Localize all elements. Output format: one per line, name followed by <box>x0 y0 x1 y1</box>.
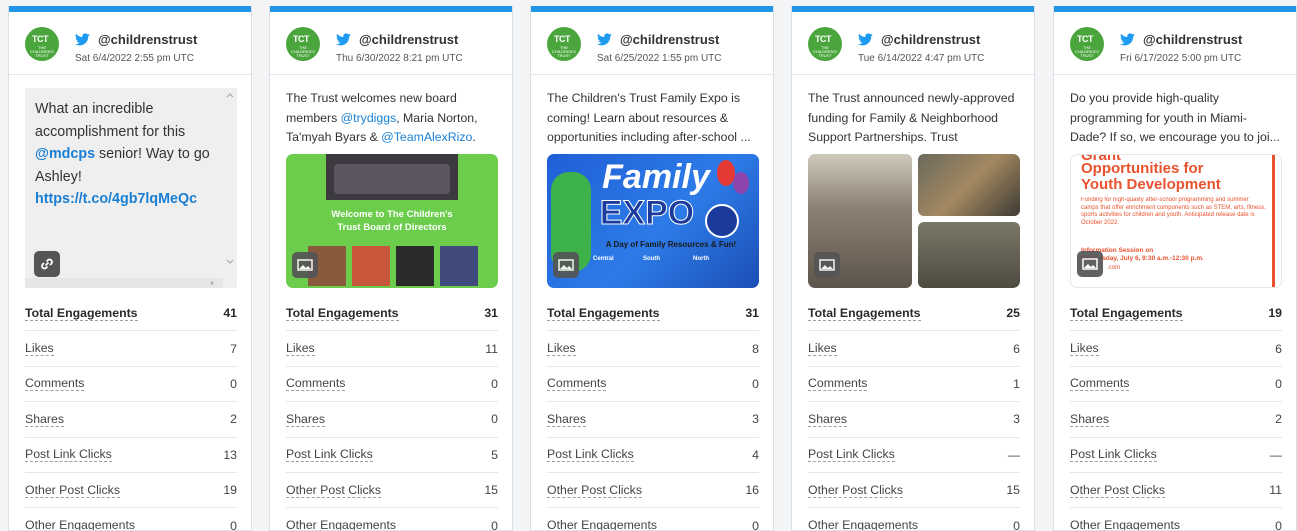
post-image[interactable]: Welcome to The Children's Trust Board of … <box>286 154 498 288</box>
account-handle[interactable]: @childrenstrust <box>98 32 197 47</box>
metric-shares: Shares 3 <box>547 402 759 438</box>
metric-other-engagements: Other Engagements 0 <box>25 508 237 530</box>
url-link[interactable]: https://t.co/4gb7lqMeQc <box>35 191 197 207</box>
metrics-list: Total Engagements 41 Likes 7 Comments 0 Sha… <box>25 296 237 530</box>
twitter-bird-icon <box>858 32 873 45</box>
vertical-scrollbar[interactable] <box>223 88 237 278</box>
twitter-bird-icon <box>336 32 351 45</box>
post-text: The Children's Trust Family Expo is comi… <box>547 91 751 144</box>
image-headline: Family <box>602 158 710 196</box>
mention-link[interactable]: @TeamAlexRizo <box>381 130 472 144</box>
metric-other-post-clicks: Other Post Clicks 15 <box>808 473 1020 509</box>
mention-link[interactable]: @mdcps <box>35 146 95 162</box>
avatar[interactable]: TCT THE CHILDREN'S TRUST <box>1070 27 1104 61</box>
metric-other-post-clicks: Other Post Clicks 16 <box>547 473 759 509</box>
metric-post-link-clicks: Post Link Clicks 5 <box>286 438 498 473</box>
post-card[interactable]: TCT THE CHILDREN'S TRUST @childrenstrust… <box>8 6 252 531</box>
metric-other-post-clicks: Other Post Clicks 19 <box>25 473 237 509</box>
metric-likes: Likes 6 <box>1070 331 1282 367</box>
post-header: TCT THE CHILDREN'S TRUST @childrenstrust… <box>270 12 512 75</box>
metrics-list: Total Engagements 31 Likes 11 Comments 0 Sh… <box>286 296 498 530</box>
metric-comments: Comments 0 <box>1070 367 1282 403</box>
metric-shares: Shares 0 <box>286 402 498 438</box>
metric-comments: Comments 0 <box>25 367 237 403</box>
post-date: Thu 6/30/2022 8:21 pm UTC <box>336 53 463 64</box>
metric-total-engagements: Total Engagements 41 <box>25 296 237 332</box>
account-handle[interactable]: @childrenstrust <box>1143 32 1242 47</box>
metric-post-link-clicks: Post Link Clicks — <box>808 438 1020 473</box>
post-card[interactable]: TCT THE CHILDREN'S TRUST @childrenstrust… <box>530 6 774 531</box>
post-text: What an incredible accomplishment for th… <box>35 101 210 207</box>
image-icon <box>814 252 840 278</box>
metric-comments: Comments 0 <box>286 367 498 403</box>
post-header: TCT THE CHILDREN'S TRUST @childrenstrust… <box>9 12 251 75</box>
metric-post-link-clicks: Post Link Clicks 4 <box>547 438 759 473</box>
horizontal-scrollbar[interactable] <box>25 278 223 288</box>
post-text: Do you provide high-quality programming … <box>1070 91 1280 144</box>
metric-shares: Shares 2 <box>1070 402 1282 438</box>
account-handle[interactable]: @childrenstrust <box>881 32 980 47</box>
post-text: The Trust announced newly-approved fundi… <box>808 91 1015 144</box>
metric-likes: Likes 6 <box>808 331 1020 367</box>
post-cards: TCT THE CHILDREN'S TRUST @childrenstrust… <box>8 6 1297 531</box>
twitter-bird-icon <box>75 32 90 45</box>
metric-likes: Likes 7 <box>25 331 237 367</box>
post-header: TCT THE CHILDREN'S TRUST @childrenstrust… <box>792 12 1034 75</box>
metric-total-engagements: Total Engagements 19 <box>1070 296 1282 332</box>
post-text-scroll-area[interactable]: What an incredible accomplishment for th… <box>25 88 237 288</box>
metrics-list: Total Engagements 31 Likes 8 Comments 0 Sha… <box>547 296 759 530</box>
post-date: Fri 6/17/2022 5:00 pm UTC <box>1120 53 1242 64</box>
account-handle[interactable]: @childrenstrust <box>620 32 719 47</box>
metric-other-engagements: Other Engagements 0 <box>547 508 759 530</box>
photo-speaker[interactable] <box>918 154 1020 216</box>
metric-total-engagements: Total Engagements 31 <box>286 296 498 332</box>
post-image[interactable]: Grant Opportunities for Youth Developmen… <box>1070 154 1282 288</box>
image-icon <box>553 252 579 278</box>
metric-other-engagements: Other Engagements 0 <box>808 508 1020 530</box>
post-card[interactable]: TCT THE CHILDREN'S TRUST @childrenstrust… <box>791 6 1035 531</box>
metric-shares: Shares 3 <box>808 402 1020 438</box>
image-caption: Welcome to The Children's Trust Board of … <box>331 209 453 233</box>
avatar[interactable]: TCT THE CHILDREN'S TRUST <box>286 27 320 61</box>
account-handle[interactable]: @childrenstrust <box>359 32 458 47</box>
photo-audience[interactable] <box>918 222 1020 288</box>
metric-total-engagements: Total Engagements 25 <box>808 296 1020 332</box>
metric-other-post-clicks: Other Post Clicks 11 <box>1070 473 1282 509</box>
post-date: Sat 6/25/2022 1:55 pm UTC <box>597 53 722 64</box>
metric-comments: Comments 0 <box>547 367 759 403</box>
metric-other-engagements: Other Engagements 0 <box>286 508 498 530</box>
post-card[interactable]: TCT THE CHILDREN'S TRUST @childrenstrust… <box>269 6 513 531</box>
metrics-list: Total Engagements 25 Likes 6 Comments 1 Sha… <box>808 296 1020 530</box>
post-text: The Trust welcomes new board members @tr… <box>286 91 478 144</box>
twitter-bird-icon <box>597 32 612 45</box>
post-date: Tue 6/14/2022 4:47 pm UTC <box>858 53 985 64</box>
mention-link[interactable]: @trydiggs <box>341 111 397 125</box>
post-card[interactable]: TCT THE CHILDREN'S TRUST @childrenstrust… <box>1053 6 1297 531</box>
metric-post-link-clicks: Post Link Clicks 13 <box>25 438 237 473</box>
post-image[interactable]: Family EXPO A Day of Family Resources & … <box>547 154 759 288</box>
metric-likes: Likes 8 <box>547 331 759 367</box>
metric-post-link-clicks: Post Link Clicks — <box>1070 438 1282 473</box>
image-icon <box>292 252 318 278</box>
post-image-grid[interactable] <box>808 154 1020 288</box>
metric-total-engagements: Total Engagements 31 <box>547 296 759 332</box>
metrics-list: Total Engagements 19 Likes 6 Comments 0 Sha… <box>1070 296 1282 530</box>
image-subtitle: A Day of Family Resources & Fun! <box>605 240 737 249</box>
image-headline: EXPO <box>599 194 695 232</box>
post-header: TCT THE CHILDREN'S TRUST @childrenstrust… <box>1054 12 1296 75</box>
metric-shares: Shares 2 <box>25 402 237 438</box>
metric-likes: Likes 11 <box>286 331 498 367</box>
image-icon <box>1077 251 1103 277</box>
post-date: Sat 6/4/2022 2:55 pm UTC <box>75 53 194 64</box>
avatar[interactable]: TCT THE CHILDREN'S TRUST <box>808 27 842 61</box>
metric-comments: Comments 1 <box>808 367 1020 403</box>
link-icon <box>34 251 60 277</box>
post-header: TCT THE CHILDREN'S TRUST @childrenstrust… <box>531 12 773 75</box>
avatar[interactable]: TCT THE CHILDREN'S TRUST <box>25 27 59 61</box>
twitter-bird-icon <box>1120 32 1135 45</box>
metric-other-engagements: Other Engagements 0 <box>1070 508 1282 530</box>
metric-other-post-clicks: Other Post Clicks 15 <box>286 473 498 509</box>
avatar[interactable]: TCT THE CHILDREN'S TRUST <box>547 27 581 61</box>
